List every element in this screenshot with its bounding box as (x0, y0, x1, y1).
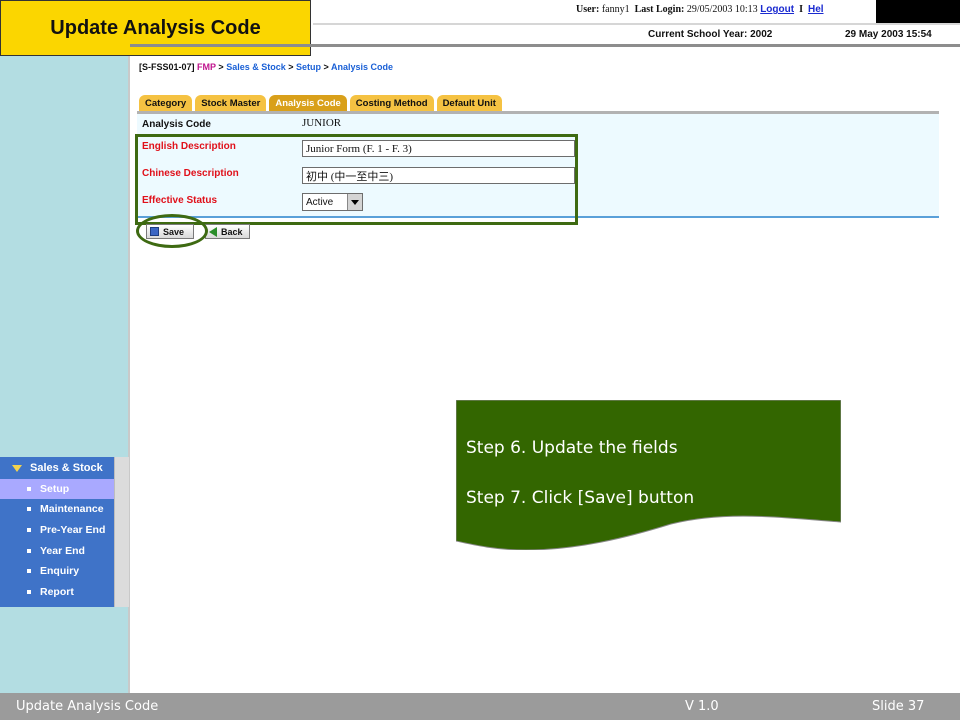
sidebar-item-label: Setup (40, 483, 70, 495)
sidebar-item-label: Pre-Year End (40, 524, 106, 536)
sidebar-item-setup[interactable]: Setup (0, 479, 114, 499)
floppy-disk-icon (150, 227, 159, 236)
sidebar-item-enquiry[interactable]: Enquiry (0, 561, 114, 581)
current-date-time: 29 May 2003 15:54 (845, 29, 932, 40)
sidebar-item-label: Maintenance (40, 503, 104, 515)
breadcrumb-separator: > (288, 62, 294, 72)
bullet-icon (27, 590, 31, 594)
user-label: User: (576, 4, 600, 15)
header-divider-bottom (130, 44, 960, 47)
instruction-callout: Step 6. Update the fields Step 7. Click … (456, 400, 841, 550)
chinese-description-input[interactable] (302, 167, 575, 184)
bullet-icon (27, 487, 31, 491)
back-arrow-icon (209, 226, 217, 237)
save-button-label: Save (163, 226, 185, 237)
current-school-year: Current School Year: 2002 (648, 29, 773, 40)
last-login-value: 29/05/2003 10:13 (686, 4, 758, 15)
sidebar-item-maintenance[interactable]: Maintenance (0, 499, 114, 519)
back-button[interactable]: Back (205, 224, 250, 239)
step-7-text: Step 7. Click [Save] button (466, 488, 695, 508)
breadcrumb-sales-stock[interactable]: Sales & Stock (226, 62, 286, 72)
bullet-icon (27, 569, 31, 573)
effective-status-select[interactable]: Active (302, 193, 363, 211)
tab-default-unit[interactable]: Default Unit (436, 95, 502, 111)
back-button-label: Back (221, 226, 243, 237)
header-black-block (876, 0, 960, 23)
sidebar-item-pre-year-end[interactable]: Pre-Year End (0, 520, 114, 540)
header-divider (313, 23, 960, 25)
bullet-icon (27, 549, 31, 553)
tab-bar: Category Stock Master Analysis Code Cost… (139, 95, 502, 111)
sidebar-scrollbar[interactable] (114, 457, 129, 607)
breadcrumb-separator: > (323, 62, 329, 72)
analysis-code-value: JUNIOR (302, 117, 342, 129)
sidebar-item-label: Enquiry (40, 565, 80, 577)
footer-slide-number: Slide 37 (872, 699, 925, 714)
tab-analysis-code[interactable]: Analysis Code (269, 95, 347, 111)
bullet-icon (27, 528, 31, 532)
header-separator: I (799, 4, 803, 15)
sidebar-item-year-end[interactable]: Year End (0, 541, 114, 561)
sidebar-header-label: Sales & Stock (30, 462, 103, 474)
save-button[interactable]: Save (146, 224, 194, 239)
breadcrumb-fmp[interactable]: FMP (197, 62, 216, 72)
english-description-label: English Description (142, 141, 236, 152)
tab-category[interactable]: Category (139, 95, 193, 111)
user-info: User: fanny1 Last Login: 29/05/2003 10:1… (576, 4, 824, 15)
help-link[interactable]: Hel (808, 4, 824, 15)
sidebar-item-label: Year End (40, 545, 85, 557)
form-bottom-border (137, 216, 939, 218)
sidebar-item-report[interactable]: Report (0, 582, 114, 602)
callout-shape (456, 400, 841, 550)
footer-version: V 1.0 (685, 699, 719, 714)
form-panel (137, 114, 939, 217)
dropdown-arrow-icon[interactable] (347, 194, 362, 210)
english-description-input[interactable] (302, 140, 575, 157)
chevron-down-icon (12, 464, 22, 472)
bullet-icon (27, 507, 31, 511)
slide-footer: Update Analysis Code V 1.0 Slide 37 (0, 693, 960, 720)
step-6-text: Step 6. Update the fields (466, 438, 678, 458)
chinese-description-label: Chinese Description (142, 168, 239, 179)
sidebar-item-label: Report (40, 586, 74, 598)
breadcrumb-analysis-code[interactable]: Analysis Code (331, 62, 393, 72)
footer-title: Update Analysis Code (16, 699, 159, 714)
sidebar-nav: Sales & Stock Setup Maintenance Pre-Year… (0, 457, 114, 607)
tab-stock-master[interactable]: Stock Master (195, 95, 267, 111)
user-name: fanny1 (601, 4, 630, 15)
screen-code: [S-FSS01-07] (139, 62, 195, 72)
breadcrumb-setup[interactable]: Setup (296, 62, 321, 72)
effective-status-value: Active (306, 196, 334, 208)
breadcrumb-separator: > (218, 62, 224, 72)
breadcrumb: [S-FSS01-07] FMP > Sales & Stock > Setup… (139, 62, 393, 72)
last-login-label: Last Login: (634, 4, 685, 15)
logout-link[interactable]: Logout (760, 4, 794, 15)
tab-costing-method[interactable]: Costing Method (349, 95, 434, 111)
analysis-code-label: Analysis Code (142, 119, 211, 130)
slide-title: Update Analysis Code (0, 0, 311, 56)
sidebar-header-sales-stock[interactable]: Sales & Stock (0, 457, 114, 479)
effective-status-label: Effective Status (142, 195, 218, 206)
